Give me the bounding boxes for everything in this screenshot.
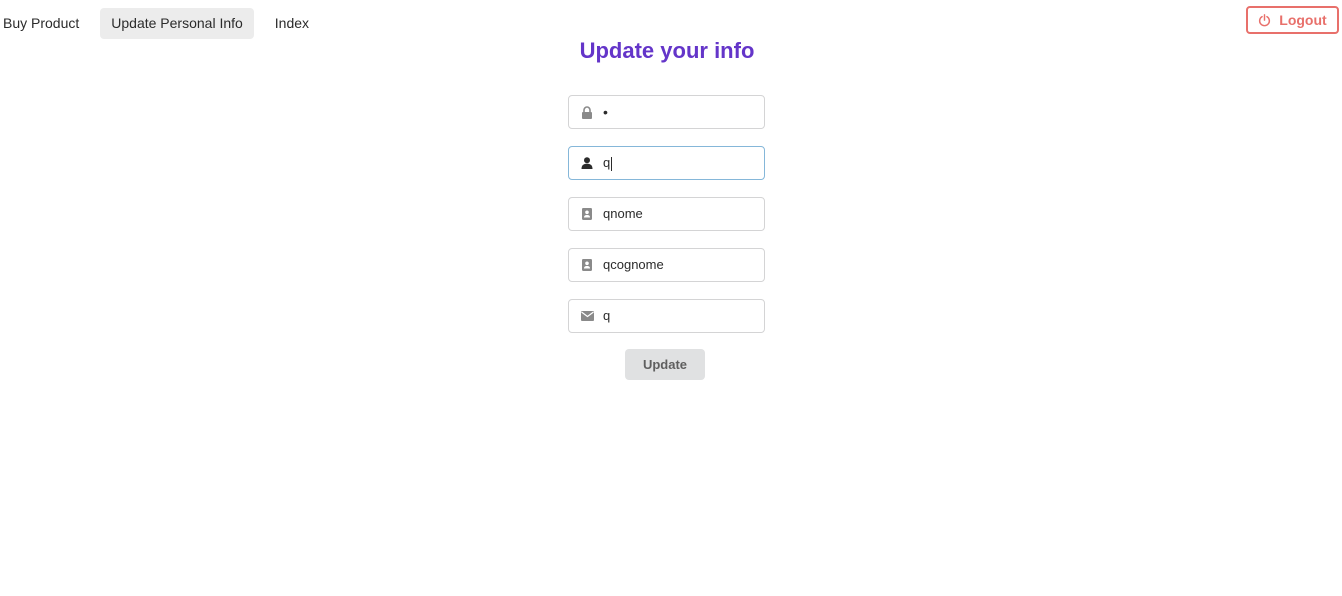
address-card-icon	[580, 207, 594, 221]
first-name-field[interactable]: qnome	[568, 197, 765, 231]
envelope-icon	[580, 309, 594, 323]
nav-item-buy-product[interactable]: Buy Product	[0, 8, 90, 39]
lock-icon	[580, 105, 594, 119]
update-info-form: • q qnome qcognome q	[568, 95, 765, 350]
nav-item-index[interactable]: Index	[264, 8, 320, 39]
nav-item-update-personal-info[interactable]: Update Personal Info	[100, 8, 254, 39]
update-button[interactable]: Update	[625, 349, 705, 380]
last-name-value: qcognome	[603, 257, 664, 272]
password-field[interactable]: •	[568, 95, 765, 129]
user-icon	[580, 156, 594, 170]
password-value: •	[603, 104, 608, 120]
username-value: q	[603, 147, 613, 179]
username-text: q	[603, 155, 611, 170]
first-name-value: qnome	[603, 206, 643, 221]
page-title: Update your info	[579, 38, 755, 63]
power-icon	[1258, 13, 1271, 27]
email-value: q	[603, 308, 611, 323]
address-card-icon	[580, 258, 594, 272]
logout-button[interactable]: Logout	[1246, 6, 1339, 34]
username-field[interactable]: q	[568, 146, 765, 180]
text-caret	[611, 156, 613, 171]
email-field[interactable]: q	[568, 299, 765, 333]
logout-label: Logout	[1279, 12, 1327, 28]
top-nav: Buy Product Update Personal Info Index	[0, 8, 320, 39]
last-name-field[interactable]: qcognome	[568, 248, 765, 282]
